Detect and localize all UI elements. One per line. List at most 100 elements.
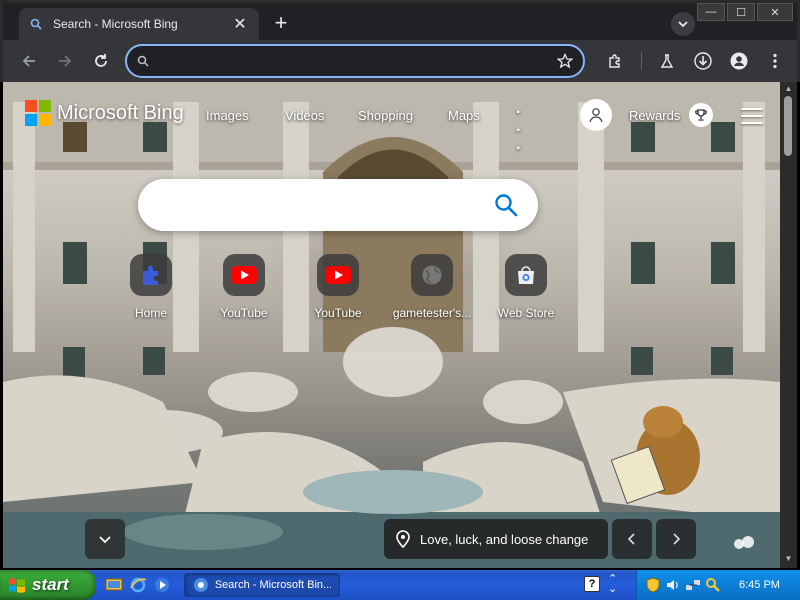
trophy-icon xyxy=(695,109,707,121)
flask-icon xyxy=(660,54,674,68)
more-vert-icon xyxy=(773,53,777,69)
puzzle-icon xyxy=(609,54,620,68)
microsoft-logo-icon xyxy=(25,100,51,126)
scroll-thumb[interactable] xyxy=(784,96,792,156)
hamburger-menu-icon[interactable] xyxy=(741,108,763,124)
forward-button[interactable] xyxy=(53,49,77,73)
back-button[interactable] xyxy=(17,49,41,73)
bing-search-box[interactable] xyxy=(138,179,538,231)
bing-header: Microsoft Bing Images Videos Shopping Ma… xyxy=(3,82,780,157)
media-player-icon[interactable] xyxy=(152,575,172,595)
globe-icon xyxy=(422,265,442,285)
visual-search-icon[interactable] xyxy=(733,534,755,552)
location-pin-icon xyxy=(396,530,410,548)
security-shield-icon[interactable] xyxy=(645,577,661,593)
search-favicon-icon xyxy=(29,17,43,31)
reload-button[interactable] xyxy=(89,49,113,73)
shortcut-tile xyxy=(505,254,547,296)
bing-logo[interactable]: Microsoft Bing xyxy=(25,100,184,126)
next-image-button[interactable] xyxy=(656,519,696,559)
shortcut-tile xyxy=(223,254,265,296)
bing-search-input[interactable] xyxy=(156,196,492,214)
minimize-button[interactable]: — xyxy=(697,3,725,21)
tab-bing[interactable]: Search - Microsoft Bing ✕ xyxy=(19,8,259,40)
toolbar-separator xyxy=(641,52,642,70)
chevron-right-icon xyxy=(673,533,681,545)
start-button[interactable]: start xyxy=(0,570,96,600)
scroll-down-button[interactable] xyxy=(85,519,125,559)
address-input[interactable] xyxy=(159,53,557,69)
network-icon[interactable] xyxy=(685,577,701,593)
bookmark-star-icon[interactable] xyxy=(557,53,573,69)
new-tab-button[interactable]: + xyxy=(269,12,293,36)
shortcut-tile xyxy=(130,254,172,296)
download-icon xyxy=(694,52,712,70)
taskbar-browser-button[interactable]: Search - Microsoft Bin... xyxy=(184,573,340,597)
nav-videos[interactable]: Videos xyxy=(285,108,325,123)
youtube-icon xyxy=(325,266,351,284)
rewards-button[interactable] xyxy=(689,103,713,127)
desktop-icon[interactable] xyxy=(104,575,124,595)
shortcut-label: YouTube xyxy=(314,306,362,320)
search-icon xyxy=(137,55,149,67)
rewards-label[interactable]: Rewards xyxy=(629,108,680,123)
search-tray-icon[interactable] xyxy=(705,577,721,593)
sound-icon[interactable] xyxy=(665,577,681,593)
nav-images[interactable]: Images xyxy=(206,108,249,123)
chevron-left-icon xyxy=(627,533,635,545)
search-icon xyxy=(495,194,518,217)
help-icon[interactable]: ? xyxy=(584,576,600,592)
scroll-down-arrow[interactable]: ▼ xyxy=(784,554,793,563)
tab-search-button[interactable] xyxy=(671,12,695,36)
shortcut-webstore[interactable]: Web Store xyxy=(486,254,566,320)
person-icon xyxy=(589,108,603,123)
shortcut-tile xyxy=(317,254,359,296)
arrow-left-icon xyxy=(22,55,35,67)
account-icon xyxy=(730,52,748,70)
maximize-button[interactable]: ☐ xyxy=(727,3,755,21)
shortcut-label: Web Store xyxy=(497,306,555,320)
internet-explorer-icon[interactable] xyxy=(128,575,148,595)
reload-icon xyxy=(95,54,107,67)
image-caption[interactable]: Love, luck, and loose change xyxy=(384,519,608,559)
browser-window: Search - Microsoft Bing ✕ + — ☐ ✕ xyxy=(0,0,800,82)
webstore-icon xyxy=(518,266,534,284)
menu-button[interactable] xyxy=(763,49,787,73)
clock: 6:45 PM xyxy=(739,579,780,591)
chevron-down-icon xyxy=(99,536,111,544)
nav-maps[interactable]: Maps xyxy=(448,108,480,123)
shortcut-gametesters[interactable]: gametester's... xyxy=(392,254,472,320)
profile-button[interactable] xyxy=(727,49,751,73)
page-scrollbar[interactable]: ▲ ▼ xyxy=(780,82,797,568)
shortcut-youtube[interactable]: YouTube xyxy=(204,254,284,320)
browser-icon xyxy=(193,578,208,592)
taskbar-button-title: Search - Microsoft Bin... xyxy=(214,579,331,591)
search-button[interactable] xyxy=(492,191,520,219)
nav-shopping[interactable]: Shopping xyxy=(358,108,413,123)
tab-title: Search - Microsoft Bing xyxy=(53,17,178,31)
hamburger-line xyxy=(741,122,763,124)
quick-launch xyxy=(104,575,172,595)
bing-profile-button[interactable] xyxy=(580,99,612,131)
shortcut-home[interactable]: Home xyxy=(111,254,191,320)
system-tray: 6:45 PM xyxy=(636,570,800,600)
tab-strip: Search - Microsoft Bing ✕ + — ☐ ✕ xyxy=(3,3,797,43)
bing-homepage: Microsoft Bing Images Videos Shopping Ma… xyxy=(3,82,780,568)
window-controls: — ☐ ✕ xyxy=(697,3,793,21)
arrow-right-icon xyxy=(59,55,72,67)
youtube-icon xyxy=(231,266,257,284)
downloads-button[interactable] xyxy=(691,49,715,73)
previous-image-button[interactable] xyxy=(612,519,652,559)
address-bar[interactable] xyxy=(125,44,585,78)
scroll-up-arrow[interactable]: ▲ xyxy=(784,84,793,93)
tab-close-icon[interactable]: ✕ xyxy=(231,14,249,34)
tray-expand-icon[interactable]: ⌃ ⌄ xyxy=(608,574,617,595)
shortcut-youtube-2[interactable]: YouTube xyxy=(298,254,378,320)
extensions-button[interactable] xyxy=(603,49,627,73)
nav-more-button[interactable]: · · · xyxy=(516,104,521,158)
chevron-down-icon xyxy=(678,21,688,28)
labs-button[interactable] xyxy=(655,49,679,73)
taskbar: start Search - Microsoft Bin... ? ⌃ ⌄ 6:4… xyxy=(0,570,800,600)
shortcut-label: gametester's... xyxy=(392,306,472,320)
close-window-button[interactable]: ✕ xyxy=(757,3,793,21)
